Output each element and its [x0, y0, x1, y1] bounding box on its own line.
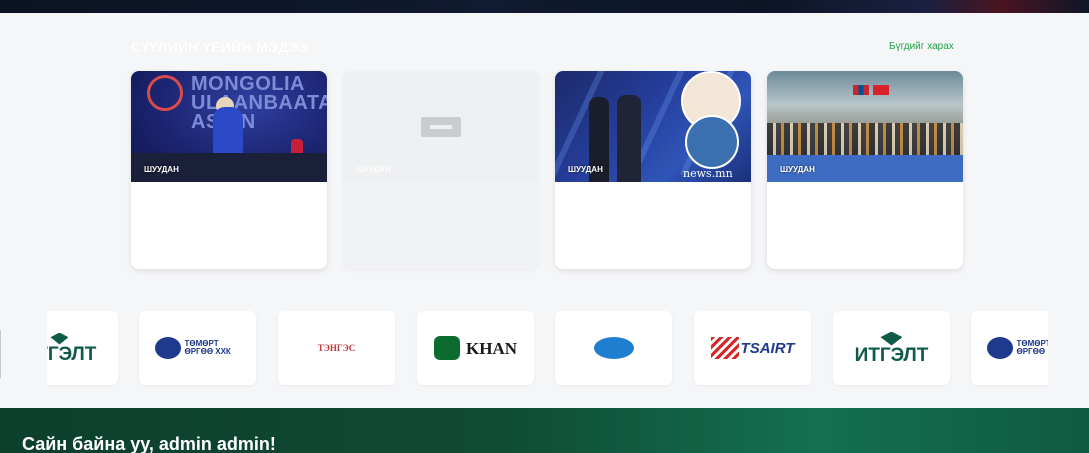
- news-card-tag: ШУУДАН: [780, 165, 815, 174]
- sponsor-logo-khan[interactable]: KHAN: [417, 311, 534, 385]
- news-card[interactable]: ШУУДАН: [767, 71, 963, 269]
- news-card-tag: ШУУДАН: [144, 165, 179, 174]
- news-card-image: news.mn ШУУДАН: [555, 71, 751, 182]
- latest-news-section: СҮҮЛИЙН ҮЕИЙН МЭДЭЭ Бүгдийг харах MONGOL…: [0, 13, 1089, 297]
- watermark-text: news.mn: [683, 167, 733, 180]
- image-banner-text: MONGOLIA ULAANBAATAR ASIAN: [191, 73, 327, 132]
- view-all-link[interactable]: Бүгдийг харах: [889, 41, 954, 52]
- sponsor-logo-tsairt[interactable]: TSAIRT: [694, 311, 811, 385]
- tsairt-logo-icon: [710, 337, 739, 359]
- news-card-image-placeholder: ШУУДАН: [343, 71, 539, 182]
- khan-bank-logo-icon: [434, 336, 460, 360]
- tumurt-urguu-logo-icon: [154, 337, 181, 359]
- sponsor-logo-tumurt-urguu[interactable]: ТӨМӨРТ ӨРГӨӨ ХХК: [139, 311, 256, 385]
- sponsor-logo-globe[interactable]: [555, 311, 672, 385]
- itgelt-logo-icon: [880, 331, 903, 346]
- news-card-tag: ШУУДАН: [568, 165, 603, 174]
- user-greeting: Сайн байна уу, admin admin!: [22, 434, 276, 453]
- sponsor-logo-tenges[interactable]: ТЭНГЭС: [278, 311, 395, 385]
- news-card-image: MONGOLIA ULAANBAATAR ASIAN ШУУДАН: [131, 71, 327, 182]
- player-portrait: [685, 115, 739, 169]
- sponsor-logo-tumurt-urguu[interactable]: ТӨМӨРТ ӨРГӨӨ: [971, 311, 1048, 385]
- carousel-edge: [0, 330, 1, 378]
- news-card-image: ШУУДАН: [767, 71, 963, 182]
- hero-banner-bottom: [0, 0, 1089, 13]
- itgelt-logo-icon: [50, 332, 69, 345]
- tumurt-urguu-logo-icon: [986, 337, 1013, 359]
- footer: Сайн байна уу, admin admin!: [0, 408, 1089, 453]
- news-card[interactable]: MONGOLIA ULAANBAATAR ASIAN ШУУДАН: [131, 71, 327, 269]
- sponsor-carousel: ИТГЭЛТ ТӨМӨРТ ӨРГӨӨ ХХК ТЭНГЭС KHAN TSAI…: [47, 311, 1048, 387]
- sponsor-logo-itgelt[interactable]: ИТГЭЛТ: [833, 311, 950, 385]
- sponsor-logo-itgelt[interactable]: ИТГЭЛТ: [47, 311, 118, 385]
- image-placeholder-icon: [421, 117, 461, 137]
- tournament-logo-icon: [147, 75, 183, 111]
- news-card[interactable]: ШУУДАН: [343, 71, 539, 269]
- news-card-tag: ШУУДАН: [356, 165, 391, 174]
- news-card[interactable]: news.mn ШУУДАН: [555, 71, 751, 269]
- globe-company-logo-icon: [593, 337, 634, 359]
- section-title: СҮҮЛИЙН ҮЕИЙН МЭДЭЭ: [131, 39, 309, 55]
